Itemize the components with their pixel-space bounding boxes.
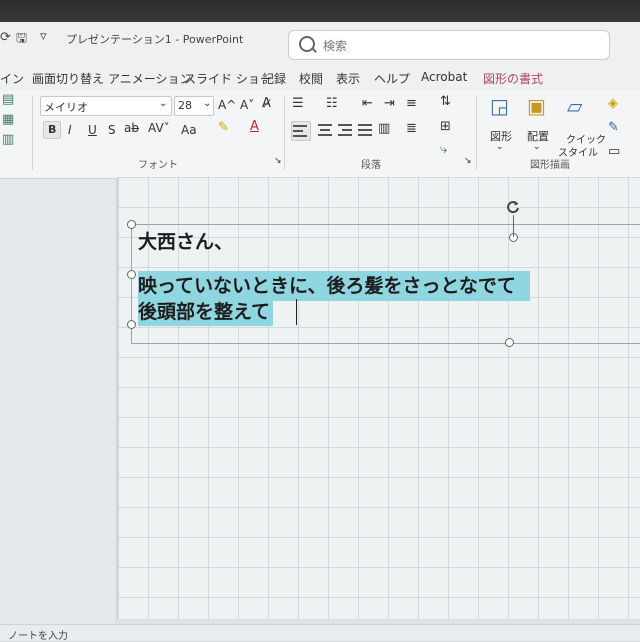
thumbnail-pane[interactable]: [0, 179, 115, 624]
resize-handle-middle-left[interactable]: [127, 270, 136, 279]
autosave-icon[interactable]: ⟳: [0, 30, 11, 45]
section-icon[interactable]: ▥: [2, 132, 14, 147]
save-icon[interactable]: 🖫: [16, 29, 27, 51]
numbering-icon[interactable]: ☷: [326, 96, 338, 111]
shape-effects-icon[interactable]: ▭: [608, 144, 620, 159]
align-text-icon[interactable]: ⊞: [440, 119, 451, 134]
font-color-icon[interactable]: A: [250, 119, 259, 134]
chevron-down-icon: ⌄: [496, 142, 504, 152]
quick-styles-icon: ▱: [567, 94, 583, 118]
status-bar: ノートを入力: [0, 624, 640, 642]
separator: [32, 96, 33, 170]
tab-help[interactable]: ヘルプ: [374, 70, 410, 87]
slide-text-line-1: 大西さん、: [138, 231, 234, 253]
underline-button[interactable]: U: [88, 123, 97, 137]
tab-transitions[interactable]: 画面切り替え: [32, 70, 104, 87]
columns-icon[interactable]: ▥: [378, 121, 390, 136]
line-spacing-icon[interactable]: ≡: [406, 96, 417, 111]
slide-text-line-3: 後頭部を整えて: [138, 298, 274, 326]
text-cursor: [296, 299, 297, 325]
dialog-launcher-icon[interactable]: ↘: [464, 156, 472, 166]
separator: [284, 96, 285, 170]
align-left-icon: [293, 125, 309, 137]
tab-slideshow[interactable]: スライド ショー: [184, 70, 272, 87]
decrease-indent-icon[interactable]: ⇤: [362, 96, 373, 111]
shapes-icon: ◲: [490, 94, 509, 118]
distributed-icon[interactable]: ≣: [406, 121, 417, 136]
justify-icon[interactable]: [358, 124, 374, 136]
smartart-icon[interactable]: ⤷: [440, 142, 447, 157]
resize-handle-top-left[interactable]: [127, 220, 136, 229]
italic-button[interactable]: I: [68, 123, 72, 137]
layout-icon[interactable]: ▤: [2, 92, 14, 107]
font-group-label: フォント: [138, 160, 178, 171]
separator: [476, 96, 477, 170]
character-spacing-icon[interactable]: AV˅: [148, 121, 170, 135]
resize-handle-bottom-middle[interactable]: [505, 338, 514, 347]
chevron-down-icon: ⌄: [533, 142, 541, 152]
shadow-button[interactable]: S: [108, 123, 116, 137]
grow-font-button[interactable]: A^: [218, 98, 236, 112]
customize-toolbar-icon[interactable]: ▿: [40, 29, 47, 44]
bold-label: B: [48, 123, 57, 136]
tab-design[interactable]: イン: [0, 70, 24, 87]
dialog-launcher-icon[interactable]: ↘: [274, 156, 282, 166]
drawing-group-label: 図形描画: [530, 160, 570, 171]
align-left-button[interactable]: [291, 121, 311, 141]
ribbon: ▤ ▦ ▥ メイリオ ⌄ 28 ⌄ A^ A˅ A̷ B I U S ab̶ A…: [0, 90, 640, 179]
resize-handle-bottom-left[interactable]: [127, 320, 136, 329]
reset-icon[interactable]: ▦: [2, 112, 14, 127]
tab-review[interactable]: 校閲: [299, 70, 323, 87]
tab-record[interactable]: 記録: [262, 70, 286, 87]
text-direction-icon[interactable]: ⇅: [440, 94, 451, 109]
shrink-font-button[interactable]: A˅: [240, 98, 254, 112]
search-placeholder: 検索: [323, 39, 348, 53]
tab-acrobat[interactable]: Acrobat: [421, 70, 467, 84]
chevron-down-icon: ⌄: [159, 98, 168, 109]
bullets-icon[interactable]: ☰: [292, 96, 304, 111]
font-size-select[interactable]: 28 ⌄: [174, 96, 214, 116]
change-case-button[interactable]: Aa: [181, 123, 197, 137]
font-name-value: メイリオ: [44, 101, 88, 114]
tab-animations[interactable]: アニメーション: [108, 70, 192, 87]
font-size-value: 28: [178, 99, 192, 112]
search-icon: [299, 36, 315, 52]
align-right-icon[interactable]: [338, 124, 354, 136]
ribbon-tabs: イン 画面切り替え アニメーション スライド ショー 記録 校閲 表示 ヘルプ …: [0, 66, 640, 90]
align-center-icon[interactable]: [318, 124, 334, 136]
highlight-color-icon[interactable]: ✎: [218, 120, 229, 135]
font-name-select[interactable]: メイリオ ⌄: [40, 96, 172, 116]
bold-button[interactable]: B: [43, 121, 61, 139]
slide-text-line-2: 映っていないときに、後ろ髪をさっとなでて: [138, 271, 530, 301]
search-box[interactable]: 検索: [288, 30, 610, 60]
paragraph-group-label: 段落: [361, 160, 381, 171]
clear-format-icon[interactable]: A̷: [262, 96, 271, 111]
monitor-bezel: [0, 0, 640, 22]
rotate-handle-icon[interactable]: [505, 199, 521, 215]
tab-shape-format[interactable]: 図形の書式: [483, 70, 543, 87]
tab-view[interactable]: 表示: [336, 70, 360, 87]
shape-outline-icon[interactable]: ✎: [608, 120, 619, 135]
arrange-icon: ▣: [527, 94, 546, 118]
rotation-connector: [513, 215, 514, 237]
app-title: プレゼンテーション1 - PowerPoint: [66, 33, 244, 46]
chevron-down-icon: ⌄: [203, 98, 212, 109]
shape-fill-icon[interactable]: ◈: [608, 96, 618, 111]
increase-indent-icon[interactable]: ⇥: [384, 96, 395, 111]
strikethrough-icon[interactable]: ab̶: [124, 121, 139, 135]
